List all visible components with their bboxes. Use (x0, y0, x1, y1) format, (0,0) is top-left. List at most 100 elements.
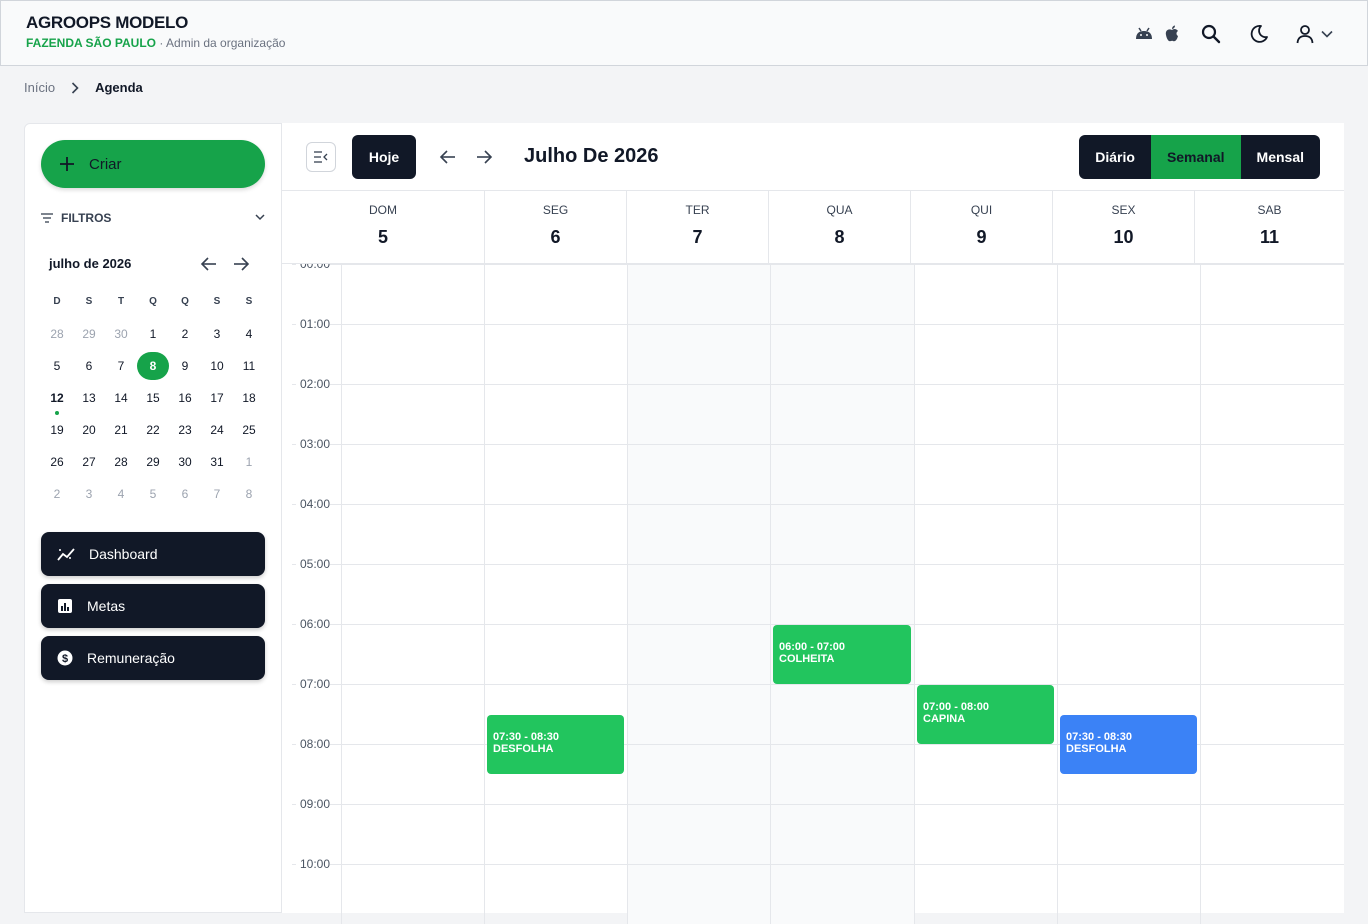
mini-day[interactable]: 25 (233, 416, 265, 444)
chevron-down-icon[interactable] (1318, 23, 1336, 45)
day-column[interactable] (914, 264, 1057, 924)
day-column[interactable] (1200, 264, 1344, 924)
filters-toggle[interactable]: FILTROS (41, 210, 265, 226)
mini-day[interactable]: 11 (233, 352, 265, 380)
mini-day[interactable]: 9 (169, 352, 201, 380)
mini-day[interactable]: 1 (233, 448, 265, 476)
event-title: COLHEITA (779, 653, 835, 665)
today-button[interactable]: Hoje (352, 135, 416, 179)
calendar-event[interactable]: 07:30 - 08:30 DESFOLHA (487, 715, 624, 774)
mini-day[interactable]: 24 (201, 416, 233, 444)
mini-day[interactable]: 31 (201, 448, 233, 476)
calendar-title: Julho De 2026 (524, 145, 659, 167)
day-column-header[interactable]: QUA 8 (768, 191, 910, 264)
mini-day[interactable]: 1 (137, 320, 169, 348)
view-daily-button[interactable]: Diário (1079, 135, 1151, 179)
mini-day[interactable]: 2 (41, 480, 73, 508)
mini-day[interactable]: 2 (169, 320, 201, 348)
calendar-event[interactable]: 07:30 - 08:30 DESFOLHA (1060, 715, 1197, 774)
day-column[interactable] (484, 264, 627, 924)
mini-day[interactable]: 20 (73, 416, 105, 444)
mini-day[interactable]: 26 (41, 448, 73, 476)
create-button[interactable]: Criar (41, 140, 265, 188)
mini-day[interactable]: 28 (105, 448, 137, 476)
mini-day[interactable]: 3 (73, 480, 105, 508)
mini-day[interactable]: 29 (137, 448, 169, 476)
day-column-header[interactable]: SEG 6 (484, 191, 626, 264)
day-column-header[interactable]: SAB 11 (1194, 191, 1344, 264)
metas-button[interactable]: Metas (41, 584, 265, 628)
event-time: 06:00 - 07:00 (779, 641, 846, 653)
mini-next-month-icon[interactable] (231, 254, 251, 274)
moon-icon[interactable] (1248, 23, 1270, 45)
day-column-header[interactable]: SEX 10 (1052, 191, 1194, 264)
mini-day[interactable]: 15 (137, 384, 169, 412)
week-day-header: DOM 5 SEG 6 TER 7 QUA 8 QUI 9 SEX 10 SAB 11 (282, 191, 1344, 264)
day-column[interactable] (770, 264, 914, 924)
farm-name[interactable]: FAZENDA SÃO PAULO (26, 36, 156, 50)
day-column-header[interactable]: TER 7 (626, 191, 768, 264)
mini-day[interactable]: 30 (105, 320, 137, 348)
collapse-sidebar-button[interactable] (306, 142, 336, 172)
breadcrumb-home[interactable]: Início (24, 80, 55, 95)
mini-day[interactable]: 6 (169, 480, 201, 508)
mini-day[interactable]: 28 (41, 320, 73, 348)
remuneracao-label: Remuneração (87, 650, 175, 666)
mini-day[interactable]: 8 (233, 480, 265, 508)
calendar-event[interactable]: 07:00 - 08:00 CAPINA (917, 685, 1054, 744)
hour-label: 05:00 (296, 557, 330, 571)
android-icon[interactable] (1133, 23, 1155, 45)
mini-day[interactable]: 22 (137, 416, 169, 444)
mini-calendar-grid: D S T Q Q S S 28 29 30 1 2 3 4 5 6 7 8 9 10 11 12 13 14 15 16 17 18… (41, 286, 265, 510)
mini-day[interactable]: 14 (105, 384, 137, 412)
day-column[interactable] (341, 264, 484, 924)
mini-weekday-label: D (53, 296, 61, 307)
mini-day[interactable]: 23 (169, 416, 201, 444)
view-weekly-button[interactable]: Semanal (1150, 135, 1241, 179)
mini-day[interactable]: 5 (137, 480, 169, 508)
day-column[interactable] (1057, 264, 1200, 924)
mini-day-today[interactable]: 12 (41, 384, 73, 415)
search-icon[interactable] (1200, 23, 1222, 45)
week-time-grid[interactable]: 00:00 01:00 02:00 03:00 04:00 05:00 06:00 07:00… (282, 264, 1344, 924)
calendar-event[interactable]: 06:00 - 07:00 COLHEITA (773, 625, 911, 684)
user-icon[interactable] (1294, 23, 1316, 45)
mini-day[interactable]: 7 (201, 480, 233, 508)
prev-week-icon[interactable] (438, 147, 458, 167)
filters-label: FILTROS (61, 211, 112, 225)
mini-day[interactable]: 29 (73, 320, 105, 348)
mini-day[interactable]: 19 (41, 416, 73, 444)
mini-day[interactable]: 4 (105, 480, 137, 508)
hour-gridline (292, 324, 1344, 325)
breadcrumb-current: Agenda (95, 80, 143, 95)
mini-day[interactable]: 4 (233, 320, 265, 348)
mini-day[interactable]: 7 (105, 352, 137, 380)
next-week-icon[interactable] (474, 147, 494, 167)
day-column-header[interactable]: DOM 5 (282, 191, 484, 264)
remuneracao-button[interactable]: $ Remuneração (41, 636, 265, 680)
day-column[interactable] (627, 264, 770, 924)
mini-calendar-week: 5 6 7 8 9 10 11 (41, 350, 265, 382)
apple-icon[interactable] (1161, 23, 1183, 45)
mini-day[interactable]: 13 (73, 384, 105, 412)
day-number: 8 (834, 227, 845, 247)
mini-day[interactable]: 6 (73, 352, 105, 380)
mini-day[interactable]: 18 (233, 384, 265, 412)
mini-day[interactable]: 3 (201, 320, 233, 348)
hour-label: 10:00 (296, 857, 330, 871)
mini-day[interactable]: 27 (73, 448, 105, 476)
hour-label: 02:00 (296, 377, 330, 391)
mini-prev-month-icon[interactable] (199, 254, 219, 274)
day-column-header[interactable]: QUI 9 (910, 191, 1052, 264)
event-time: 07:30 - 08:30 (493, 731, 560, 743)
mini-day[interactable]: 10 (201, 352, 233, 380)
mini-day[interactable]: 16 (169, 384, 201, 412)
mini-day[interactable]: 17 (201, 384, 233, 412)
mini-day[interactable]: 5 (41, 352, 73, 380)
mini-day-selected[interactable]: 8 (137, 352, 169, 380)
view-monthly-button[interactable]: Mensal (1240, 135, 1320, 179)
dashboard-button[interactable]: Dashboard (41, 532, 265, 576)
mini-day[interactable]: 21 (105, 416, 137, 444)
hour-gridline (292, 684, 1344, 685)
mini-day[interactable]: 30 (169, 448, 201, 476)
